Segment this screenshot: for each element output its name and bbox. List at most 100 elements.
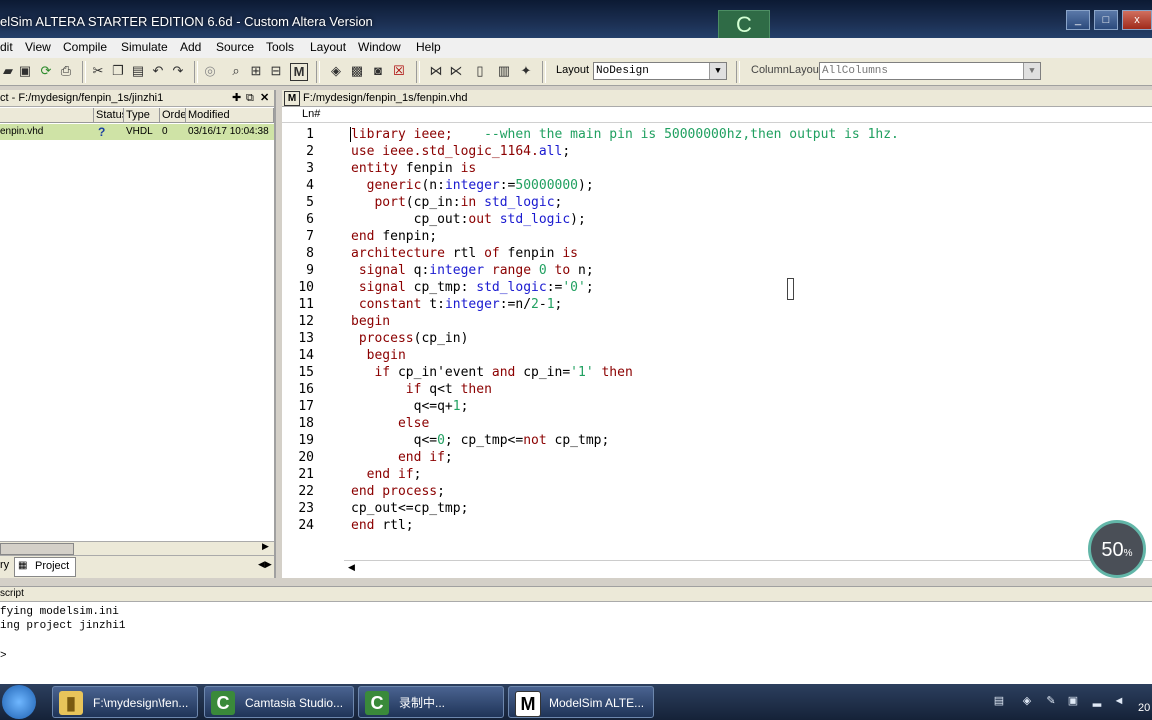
code-line[interactable]: cp_out<=cp_tmp;: [351, 500, 468, 517]
code-line[interactable]: end process;: [351, 483, 445, 500]
save-icon[interactable]: ▣: [17, 63, 33, 79]
tab-project[interactable]: ▦ Project: [14, 557, 76, 577]
code-line[interactable]: if q<t then: [351, 381, 492, 398]
column-layout-select[interactable]: AllColumns ▼: [819, 62, 1041, 80]
redo-icon[interactable]: ↷: [170, 63, 186, 79]
start-button[interactable]: [2, 685, 36, 719]
code-line[interactable]: process(cp_in): [351, 330, 469, 347]
code-line[interactable]: generic(n:integer:=50000000);: [351, 177, 594, 194]
code-line[interactable]: end if;: [351, 466, 422, 483]
menu-simulate[interactable]: Simulate: [121, 40, 168, 54]
taskbar-item-explorer[interactable]: ▮ F:\mydesign\fen...: [52, 686, 198, 718]
code-line[interactable]: architecture rtl of fenpin is: [351, 245, 578, 262]
menu-source[interactable]: Source: [216, 40, 254, 54]
find-icon[interactable]: ⌕: [228, 63, 244, 79]
document-icon[interactable]: ▥: [496, 63, 512, 79]
column-header-modified[interactable]: Modified: [186, 108, 274, 123]
compile-icon[interactable]: ◎: [202, 63, 218, 79]
wand-icon[interactable]: ✦: [518, 63, 534, 79]
menu-view[interactable]: View: [25, 40, 51, 54]
editor-h-scrollbar[interactable]: ◀: [344, 560, 1152, 575]
code-line[interactable]: begin: [351, 313, 390, 330]
transcript-prompt[interactable]: >: [0, 649, 7, 663]
column-header-name[interactable]: [0, 108, 94, 123]
maximize-button[interactable]: □: [1094, 10, 1118, 30]
code-token: then: [601, 365, 633, 380]
network-icon[interactable]: ▂: [1090, 694, 1104, 708]
chevron-down-icon[interactable]: ▼: [1023, 63, 1040, 79]
code-line[interactable]: use ieee.std_logic_1164.all;: [351, 143, 570, 160]
step-over-icon[interactable]: ⋉: [448, 63, 464, 79]
scroll-left-icon[interactable]: ◀: [348, 562, 355, 573]
column-header-status[interactable]: Status: [94, 108, 124, 123]
pane-undock-icon[interactable]: ⧉: [246, 90, 254, 106]
close-button[interactable]: x: [1122, 10, 1152, 30]
code-token: ;: [444, 450, 453, 465]
column-header-type[interactable]: Type: [124, 108, 160, 123]
taskbar-item-modelsim[interactable]: M ModelSim ALTE...: [508, 686, 654, 718]
code-line[interactable]: port(cp_in:in std_logic;: [351, 194, 562, 211]
code-line[interactable]: begin: [351, 347, 406, 364]
code-token: integer: [444, 178, 500, 193]
scroll-thumb[interactable]: [0, 543, 74, 555]
code-line[interactable]: if cp_in'event and cp_in='1' then: [351, 364, 633, 381]
code-line[interactable]: end rtl;: [351, 517, 414, 534]
code-token: end: [351, 229, 383, 244]
modelsim-icon[interactable]: M: [290, 63, 308, 81]
menu-add[interactable]: Add: [180, 40, 201, 54]
project-h-scrollbar[interactable]: ▶: [0, 541, 274, 555]
cut-icon[interactable]: ✂: [90, 63, 106, 79]
code-line[interactable]: else: [351, 415, 429, 432]
column-header-order[interactable]: Order: [160, 108, 186, 123]
hierarchy-icon[interactable]: ⊞: [248, 63, 264, 79]
keyboard-icon[interactable]: ▤: [992, 694, 1006, 708]
code-line[interactable]: q<=q+1;: [351, 398, 469, 415]
scroll-right-icon[interactable]: ▶: [262, 541, 269, 552]
simulate-icon[interactable]: ▩: [349, 63, 365, 79]
undo-icon[interactable]: ↶: [150, 63, 166, 79]
taskbar-item-recorder[interactable]: C 录制中...: [358, 686, 504, 718]
pane-close-icon[interactable]: ✕: [260, 90, 269, 106]
code-area[interactable]: 1 library ieee; --when the main pin is 50…: [282, 126, 1152, 546]
menu-help[interactable]: Help: [416, 40, 441, 54]
paste-icon[interactable]: ▤: [130, 63, 146, 79]
clock[interactable]: 20: [1138, 702, 1150, 714]
tools-icon[interactable]: ✎: [1044, 694, 1058, 708]
tree-icon[interactable]: ⊟: [268, 63, 284, 79]
shield-icon[interactable]: ◈: [1020, 694, 1034, 708]
refresh-icon[interactable]: ⟳: [38, 63, 54, 79]
device-icon[interactable]: ▣: [1066, 694, 1080, 708]
file-name[interactable]: enpin.vhd: [0, 124, 43, 140]
menu-layout[interactable]: Layout: [310, 40, 346, 54]
code-line[interactable]: constant t:integer:=n/2-1;: [351, 296, 563, 313]
code-line[interactable]: end fenpin;: [351, 228, 437, 245]
layout-select[interactable]: NoDesign ▼: [593, 62, 727, 80]
taskbar-item-camtasia[interactable]: C Camtasia Studio...: [204, 686, 354, 718]
compile-all-icon[interactable]: ◈: [328, 63, 344, 79]
code-line[interactable]: q<=0; cp_tmp<=not cp_tmp;: [351, 432, 610, 449]
code-line[interactable]: end if;: [351, 449, 453, 466]
code-token: 1: [452, 399, 461, 414]
open-folder-icon[interactable]: ▰: [0, 63, 16, 79]
chevron-down-icon[interactable]: ▼: [709, 63, 726, 79]
code-line[interactable]: signal q:integer range 0 to n;: [351, 262, 594, 279]
menu-window[interactable]: Window: [358, 40, 401, 54]
tab-library[interactable]: ry: [0, 559, 9, 571]
stop-icon[interactable]: ☒: [391, 63, 407, 79]
print-icon[interactable]: ⎙: [58, 63, 74, 79]
step-into-icon[interactable]: ⋈: [428, 63, 444, 79]
code-line[interactable]: signal cp_tmp: std_logic:='0';: [351, 279, 594, 296]
pane-add-icon[interactable]: ✚: [232, 90, 241, 106]
menu-compile[interactable]: Compile: [63, 40, 107, 54]
menu-edit[interactable]: dit: [0, 40, 13, 54]
code-line[interactable]: entity fenpin is: [351, 160, 476, 177]
code-line[interactable]: cp_out:out std_logic);: [351, 211, 586, 228]
menu-tools[interactable]: Tools: [266, 40, 294, 54]
break-icon[interactable]: ◙: [370, 63, 386, 79]
tab-scroll-icon[interactable]: ◀▶: [258, 559, 272, 570]
code-line[interactable]: library ieee; --when the main pin is 500…: [351, 126, 899, 143]
copy-icon[interactable]: ❐: [110, 63, 126, 79]
minimize-button[interactable]: _: [1066, 10, 1090, 30]
volume-icon[interactable]: ◄: [1112, 694, 1126, 708]
new-file-icon[interactable]: ▯: [472, 63, 488, 79]
